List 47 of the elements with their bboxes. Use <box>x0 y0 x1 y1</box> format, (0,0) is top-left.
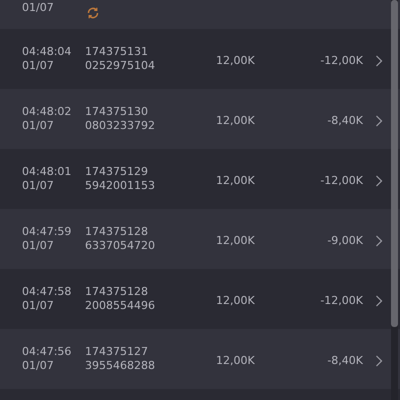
result-text: -8,40K <box>327 354 363 367</box>
transaction-id: 2008554496 <box>85 299 156 314</box>
chevron-right-icon <box>375 235 383 247</box>
amount-text: 12,00K <box>216 54 255 67</box>
row-date: 01/07 <box>22 359 55 374</box>
transaction-id: 6337054720 <box>85 239 156 254</box>
transaction-id: 174375128 <box>85 284 149 299</box>
transaction-row[interactable]: 04:47:56 01/07 174375127 3955468288 12,00K -8,40K <box>0 329 400 389</box>
transaction-row[interactable]: 04:48:02 01/07 174375130 0803233792 12,00K -8,40K <box>0 89 400 149</box>
result-text: -12,00K <box>320 294 363 307</box>
row-time: 04:47:59 <box>22 224 72 239</box>
row-date: 01/07 <box>22 119 55 134</box>
result-text: -12,00K <box>320 54 363 67</box>
chevron-right-icon <box>375 115 383 127</box>
result-text: -8,40K <box>327 114 363 127</box>
chevron-right-icon <box>375 55 383 67</box>
row-date: 01/07 <box>22 179 55 194</box>
amount-text: 12,00K <box>216 354 255 367</box>
result-text: -12,00K <box>320 174 363 187</box>
row-date: 01/07 <box>22 59 55 74</box>
row-time: 04:47:58 <box>22 284 72 299</box>
row-time: 04:47:56 <box>22 344 72 359</box>
row-time: 04:48:04 <box>22 44 72 59</box>
transaction-id: 174375131 <box>85 44 149 59</box>
transaction-id: 0252975104 <box>85 59 156 74</box>
row-date: 01/07 <box>22 0 55 16</box>
chevron-right-icon <box>375 295 383 307</box>
amount-text: 12,00K <box>216 294 255 307</box>
chevron-right-icon <box>375 175 383 187</box>
transaction-id: 3955468288 <box>85 359 156 374</box>
amount-text: 12,00K <box>216 114 255 127</box>
transaction-id: 174375130 <box>85 104 149 119</box>
transaction-id: 5942001153 <box>85 179 156 194</box>
row-date: 01/07 <box>22 299 55 314</box>
transaction-id: 174375127 <box>85 344 149 359</box>
row-time: 04:48:01 <box>22 164 72 179</box>
result-text: -9,00K <box>327 234 363 247</box>
row-date: 01/07 <box>22 239 55 254</box>
amount-text: 12,00K <box>216 174 255 187</box>
transaction-id: 174375128 <box>85 224 149 239</box>
scrollbar-thumb[interactable] <box>391 0 398 327</box>
chevron-right-icon <box>375 355 383 367</box>
transaction-id: 174375129 <box>85 164 149 179</box>
transaction-row[interactable]: 04:47:59 01/07 174375128 6337054720 12,00K -9,00K <box>0 209 400 269</box>
transaction-id: 0803233792 <box>85 119 156 134</box>
amount-text: 12,00K <box>216 234 255 247</box>
row-time: 04:48:02 <box>22 104 72 119</box>
